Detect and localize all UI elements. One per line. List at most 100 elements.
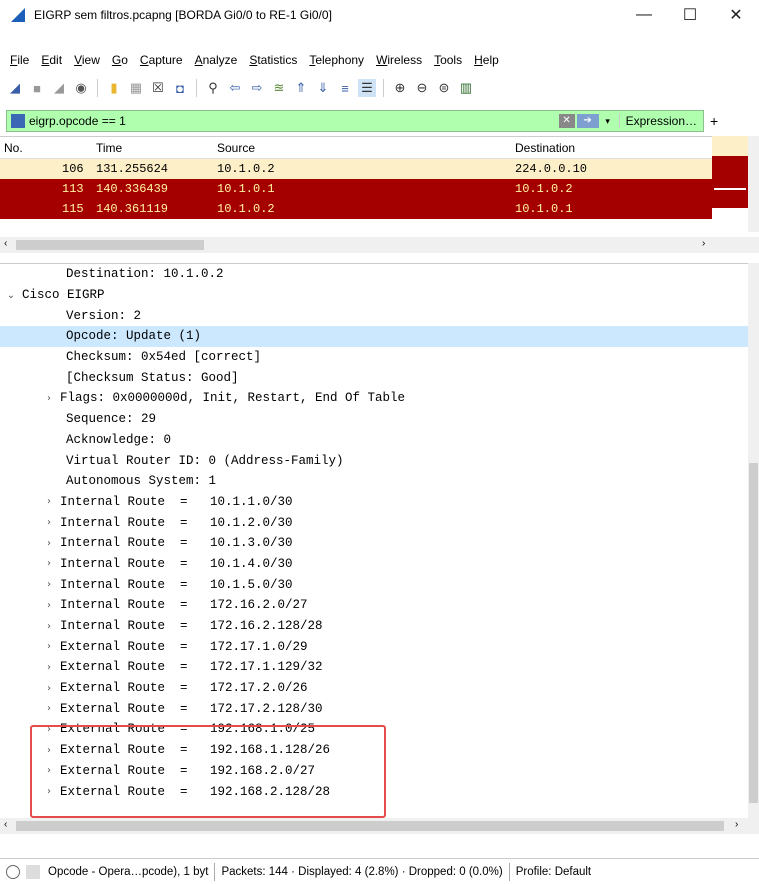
detail-row[interactable]: Virtual Router ID: 0 (Address-Family)	[0, 450, 748, 471]
scroll-left-icon[interactable]: ‹	[4, 819, 7, 830]
packet-list-hscrollbar[interactable]: ‹ ›	[0, 237, 759, 253]
chevron-right-icon[interactable]: ›	[42, 579, 56, 590]
chevron-right-icon[interactable]: ›	[42, 683, 56, 694]
packet-details-hscrollbar[interactable]: ‹ ›	[0, 818, 759, 834]
detail-row[interactable]: Acknowledge: 0	[0, 430, 748, 451]
chevron-right-icon[interactable]: ›	[42, 641, 56, 652]
scroll-thumb[interactable]	[749, 463, 758, 803]
detail-row[interactable]: › Flags: 0x0000000d, Init, Restart, End O…	[0, 388, 748, 409]
menu-statistics[interactable]: Statistics	[243, 53, 303, 67]
chevron-right-icon[interactable]: ›	[42, 600, 56, 611]
menu-file[interactable]: File	[4, 53, 35, 67]
detail-row[interactable]: › Internal Route = 10.1.1.0/30	[0, 492, 748, 513]
scroll-left-icon[interactable]: ‹	[4, 238, 7, 249]
column-time[interactable]: Time	[96, 141, 122, 155]
save-file-icon[interactable]: ▦	[127, 79, 145, 97]
detail-row[interactable]: › External Route = 172.17.2.128/30	[0, 698, 748, 719]
detail-row[interactable]: Checksum: 0x54ed [correct]	[0, 347, 748, 368]
detail-row[interactable]: Autonomous System: 1	[0, 471, 748, 492]
menu-help[interactable]: Help	[468, 53, 505, 67]
detail-row[interactable]: › External Route = 172.17.1.129/32	[0, 657, 748, 678]
detail-row[interactable]: ⌄ Cisco EIGRP	[0, 285, 748, 306]
column-destination[interactable]: Destination	[515, 141, 575, 155]
packet-list-scrollbar[interactable]	[748, 136, 759, 232]
zoom-normal-icon[interactable]: ⊜	[435, 79, 453, 97]
filter-text[interactable]: eigrp.opcode == 1	[29, 114, 559, 128]
chevron-right-icon[interactable]: ›	[42, 393, 56, 404]
detail-row[interactable]: [Checksum Status: Good]	[0, 367, 748, 388]
chevron-right-icon[interactable]: ›	[42, 517, 56, 528]
reload-file-icon[interactable]: ◘	[171, 79, 189, 97]
chevron-right-icon[interactable]: ›	[42, 496, 56, 507]
chevron-right-icon[interactable]: ›	[42, 703, 56, 714]
detail-row[interactable]: Sequence: 29	[0, 409, 748, 430]
zoom-out-icon[interactable]: ⊖	[413, 79, 431, 97]
status-profile[interactable]: Profile: Default	[516, 866, 591, 878]
detail-row[interactable]: › External Route = 172.17.2.0/26	[0, 678, 748, 699]
maximize-button[interactable]: ☐	[667, 0, 713, 30]
menu-telephony[interactable]: Telephony	[303, 53, 370, 67]
menu-bar: File Edit View Go Capture Analyze Statis…	[0, 48, 759, 72]
scroll-thumb[interactable]	[16, 240, 204, 250]
menu-wireless[interactable]: Wireless	[370, 53, 428, 67]
edit-comment-icon[interactable]	[26, 864, 40, 879]
menu-capture[interactable]: Capture	[134, 53, 189, 67]
colorize-icon[interactable]: ☰	[358, 79, 376, 97]
scroll-right-icon[interactable]: ›	[735, 819, 738, 830]
detail-row[interactable]: › Internal Route = 172.16.2.128/28	[0, 616, 748, 637]
last-packet-icon[interactable]: ⇓	[314, 79, 332, 97]
chevron-right-icon[interactable]: ›	[42, 558, 56, 569]
chevron-right-icon[interactable]: ›	[42, 662, 56, 673]
packet-row[interactable]: 113 140.336439 10.1.0.1 10.1.0.2	[0, 179, 712, 199]
detail-row[interactable]: Destination: 10.1.0.2	[0, 264, 748, 285]
menu-go[interactable]: Go	[106, 53, 134, 67]
chevron-down-icon[interactable]: ▾	[601, 116, 615, 127]
column-no[interactable]: No.	[4, 141, 23, 155]
detail-row[interactable]: › Internal Route = 10.1.5.0/30	[0, 574, 748, 595]
packet-details-scrollbar[interactable]	[748, 263, 759, 818]
detail-row[interactable]: › Internal Route = 172.16.2.0/27	[0, 595, 748, 616]
menu-view[interactable]: View	[68, 53, 106, 67]
menu-tools[interactable]: Tools	[428, 53, 468, 67]
clear-filter-icon[interactable]: ✕	[558, 114, 575, 128]
close-file-icon[interactable]: ☒	[149, 79, 167, 97]
packet-row[interactable]: 115 140.361119 10.1.0.2 10.1.0.1	[0, 199, 712, 219]
display-filter-input[interactable]: eigrp.opcode == 1 ✕ ➔ ▾ Expression…	[6, 110, 704, 132]
capture-options-icon[interactable]: ◉	[72, 79, 90, 97]
first-packet-icon[interactable]: ⇑	[292, 79, 310, 97]
stop-capture-icon[interactable]: ■	[28, 79, 46, 97]
add-filter-button[interactable]: +	[704, 113, 718, 129]
chevron-right-icon[interactable]: ›	[42, 621, 56, 632]
detail-row[interactable]: Opcode: Update (1)	[0, 326, 748, 347]
detail-row[interactable]: › Internal Route = 10.1.2.0/30	[0, 512, 748, 533]
go-back-icon[interactable]: ⇦	[226, 79, 244, 97]
find-packet-icon[interactable]: ⚲	[204, 79, 222, 97]
main-toolbar: ◢ ■ ◢ ◉ ▮ ▦ ☒ ◘ ⚲ ⇦ ⇨ ≊ ⇑ ⇓ ≡ ☰ ⊕ ⊖ ⊜ ▥	[0, 76, 759, 100]
apply-filter-icon[interactable]: ➔	[576, 114, 599, 128]
chevron-down-icon[interactable]: ⌄	[4, 290, 18, 301]
open-file-icon[interactable]: ▮	[105, 79, 123, 97]
column-source[interactable]: Source	[217, 141, 255, 155]
start-capture-icon[interactable]: ◢	[6, 79, 24, 97]
menu-edit[interactable]: Edit	[35, 53, 68, 67]
bookmark-icon[interactable]	[11, 114, 25, 128]
scroll-thumb[interactable]	[16, 821, 724, 831]
detail-row[interactable]: › External Route = 172.17.1.0/29	[0, 636, 748, 657]
go-to-packet-icon[interactable]: ≊	[270, 79, 288, 97]
chevron-right-icon[interactable]: ›	[42, 538, 56, 549]
go-forward-icon[interactable]: ⇨	[248, 79, 266, 97]
autoscroll-icon[interactable]: ≡	[336, 79, 354, 97]
resize-columns-icon[interactable]: ▥	[457, 79, 475, 97]
minimize-button[interactable]: —	[621, 0, 667, 30]
detail-row[interactable]: Version: 2	[0, 305, 748, 326]
expression-button[interactable]: Expression…	[618, 114, 703, 128]
close-button[interactable]: ✕	[713, 0, 759, 30]
detail-row[interactable]: › Internal Route = 10.1.4.0/30	[0, 554, 748, 575]
scroll-right-icon[interactable]: ›	[702, 238, 705, 249]
expert-info-icon[interactable]	[6, 864, 20, 879]
restart-capture-icon[interactable]: ◢	[50, 79, 68, 97]
zoom-in-icon[interactable]: ⊕	[391, 79, 409, 97]
detail-row[interactable]: › Internal Route = 10.1.3.0/30	[0, 533, 748, 554]
menu-analyze[interactable]: Analyze	[189, 53, 244, 67]
packet-row[interactable]: 106 131.255624 10.1.0.2 224.0.0.10	[0, 159, 712, 179]
